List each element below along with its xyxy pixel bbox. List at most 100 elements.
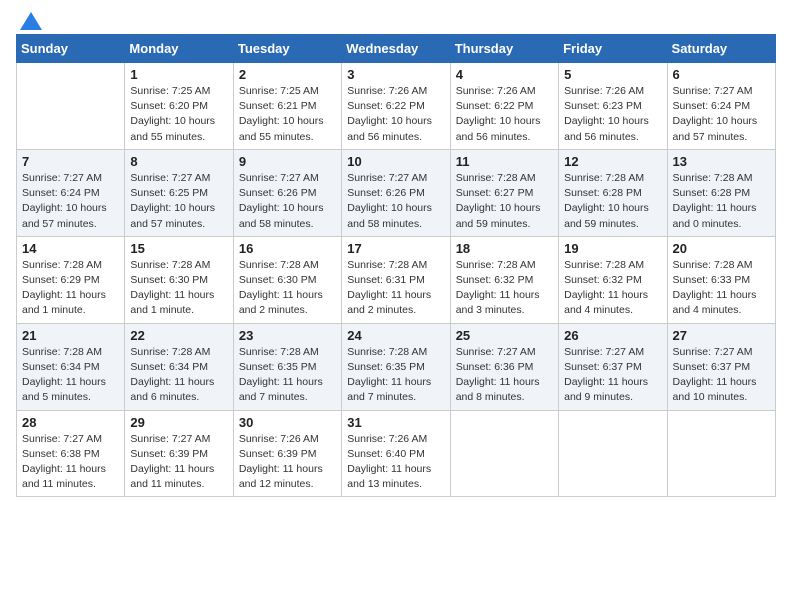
- logo-icon: [20, 12, 42, 30]
- day-info: Sunrise: 7:27 AM Sunset: 6:38 PM Dayligh…: [22, 432, 119, 493]
- calendar-week-row: 7 Sunrise: 7:27 AM Sunset: 6:24 PM Daylig…: [17, 149, 776, 236]
- day-info: Sunrise: 7:28 AM Sunset: 6:34 PM Dayligh…: [130, 345, 227, 406]
- calendar-day-cell: [667, 410, 775, 497]
- day-number: 22: [130, 328, 227, 343]
- day-info: Sunrise: 7:27 AM Sunset: 6:25 PM Dayligh…: [130, 171, 227, 232]
- weekday-header-cell: Wednesday: [342, 35, 450, 63]
- day-number: 31: [347, 415, 444, 430]
- calendar-day-cell: 27 Sunrise: 7:27 AM Sunset: 6:37 PM Dayli…: [667, 323, 775, 410]
- day-number: 21: [22, 328, 119, 343]
- day-number: 30: [239, 415, 336, 430]
- day-info: Sunrise: 7:28 AM Sunset: 6:33 PM Dayligh…: [673, 258, 770, 319]
- day-number: 4: [456, 67, 553, 82]
- calendar-day-cell: 2 Sunrise: 7:25 AM Sunset: 6:21 PM Daylig…: [233, 63, 341, 150]
- day-number: 25: [456, 328, 553, 343]
- calendar-day-cell: 11 Sunrise: 7:28 AM Sunset: 6:27 PM Dayli…: [450, 149, 558, 236]
- day-info: Sunrise: 7:26 AM Sunset: 6:22 PM Dayligh…: [347, 84, 444, 145]
- calendar-day-cell: 26 Sunrise: 7:27 AM Sunset: 6:37 PM Dayli…: [559, 323, 667, 410]
- day-info: Sunrise: 7:25 AM Sunset: 6:20 PM Dayligh…: [130, 84, 227, 145]
- day-info: Sunrise: 7:27 AM Sunset: 6:36 PM Dayligh…: [456, 345, 553, 406]
- calendar-day-cell: 25 Sunrise: 7:27 AM Sunset: 6:36 PM Dayli…: [450, 323, 558, 410]
- day-number: 20: [673, 241, 770, 256]
- day-number: 24: [347, 328, 444, 343]
- calendar-day-cell: [450, 410, 558, 497]
- day-number: 17: [347, 241, 444, 256]
- day-info: Sunrise: 7:27 AM Sunset: 6:37 PM Dayligh…: [564, 345, 661, 406]
- day-info: Sunrise: 7:28 AM Sunset: 6:28 PM Dayligh…: [673, 171, 770, 232]
- calendar-day-cell: 17 Sunrise: 7:28 AM Sunset: 6:31 PM Dayli…: [342, 236, 450, 323]
- weekday-header-cell: Friday: [559, 35, 667, 63]
- day-info: Sunrise: 7:27 AM Sunset: 6:26 PM Dayligh…: [239, 171, 336, 232]
- day-info: Sunrise: 7:26 AM Sunset: 6:39 PM Dayligh…: [239, 432, 336, 493]
- day-info: Sunrise: 7:26 AM Sunset: 6:40 PM Dayligh…: [347, 432, 444, 493]
- day-info: Sunrise: 7:28 AM Sunset: 6:32 PM Dayligh…: [564, 258, 661, 319]
- day-number: 11: [456, 154, 553, 169]
- logo: [16, 16, 42, 26]
- calendar-day-cell: 28 Sunrise: 7:27 AM Sunset: 6:38 PM Dayli…: [17, 410, 125, 497]
- day-info: Sunrise: 7:27 AM Sunset: 6:39 PM Dayligh…: [130, 432, 227, 493]
- calendar-week-row: 21 Sunrise: 7:28 AM Sunset: 6:34 PM Dayli…: [17, 323, 776, 410]
- calendar-day-cell: 8 Sunrise: 7:27 AM Sunset: 6:25 PM Daylig…: [125, 149, 233, 236]
- day-number: 2: [239, 67, 336, 82]
- day-info: Sunrise: 7:27 AM Sunset: 6:24 PM Dayligh…: [673, 84, 770, 145]
- calendar-day-cell: 12Sunrise: 7:28 AM Sunset: 6:28 PM Dayli…: [559, 149, 667, 236]
- day-number: 26: [564, 328, 661, 343]
- day-number: 16: [239, 241, 336, 256]
- calendar-day-cell: 24Sunrise: 7:28 AM Sunset: 6:35 PM Dayli…: [342, 323, 450, 410]
- day-number: 18: [456, 241, 553, 256]
- day-info: Sunrise: 7:27 AM Sunset: 6:24 PM Dayligh…: [22, 171, 119, 232]
- day-info: Sunrise: 7:26 AM Sunset: 6:22 PM Dayligh…: [456, 84, 553, 145]
- calendar-week-row: 28 Sunrise: 7:27 AM Sunset: 6:38 PM Dayli…: [17, 410, 776, 497]
- day-info: Sunrise: 7:28 AM Sunset: 6:30 PM Dayligh…: [239, 258, 336, 319]
- day-number: 10: [347, 154, 444, 169]
- day-number: 15: [130, 241, 227, 256]
- day-info: Sunrise: 7:26 AM Sunset: 6:23 PM Dayligh…: [564, 84, 661, 145]
- day-info: Sunrise: 7:25 AM Sunset: 6:21 PM Dayligh…: [239, 84, 336, 145]
- day-info: Sunrise: 7:28 AM Sunset: 6:27 PM Dayligh…: [456, 171, 553, 232]
- weekday-header-cell: Tuesday: [233, 35, 341, 63]
- calendar-table: SundayMondayTuesdayWednesdayThursdayFrid…: [16, 34, 776, 497]
- calendar-day-cell: 20 Sunrise: 7:28 AM Sunset: 6:33 PM Dayli…: [667, 236, 775, 323]
- day-number: 6: [673, 67, 770, 82]
- calendar-day-cell: [559, 410, 667, 497]
- day-number: 14: [22, 241, 119, 256]
- day-number: 1: [130, 67, 227, 82]
- day-info: Sunrise: 7:28 AM Sunset: 6:29 PM Dayligh…: [22, 258, 119, 319]
- calendar-header-row: SundayMondayTuesdayWednesdayThursdayFrid…: [17, 35, 776, 63]
- day-number: 3: [347, 67, 444, 82]
- day-number: 5: [564, 67, 661, 82]
- calendar-day-cell: 31 Sunrise: 7:26 AM Sunset: 6:40 PM Dayli…: [342, 410, 450, 497]
- day-number: 19: [564, 241, 661, 256]
- day-number: 13: [673, 154, 770, 169]
- day-number: 8: [130, 154, 227, 169]
- calendar-week-row: 14 Sunrise: 7:28 AM Sunset: 6:29 PM Dayli…: [17, 236, 776, 323]
- day-number: 7: [22, 154, 119, 169]
- calendar-day-cell: 3 Sunrise: 7:26 AM Sunset: 6:22 PM Daylig…: [342, 63, 450, 150]
- day-info: Sunrise: 7:28 AM Sunset: 6:30 PM Dayligh…: [130, 258, 227, 319]
- calendar-day-cell: 22 Sunrise: 7:28 AM Sunset: 6:34 PM Dayli…: [125, 323, 233, 410]
- calendar-day-cell: 16 Sunrise: 7:28 AM Sunset: 6:30 PM Dayli…: [233, 236, 341, 323]
- day-number: 29: [130, 415, 227, 430]
- calendar-day-cell: 7 Sunrise: 7:27 AM Sunset: 6:24 PM Daylig…: [17, 149, 125, 236]
- day-number: 28: [22, 415, 119, 430]
- calendar-day-cell: 15 Sunrise: 7:28 AM Sunset: 6:30 PM Dayli…: [125, 236, 233, 323]
- day-info: Sunrise: 7:28 AM Sunset: 6:31 PM Dayligh…: [347, 258, 444, 319]
- weekday-header-cell: Thursday: [450, 35, 558, 63]
- day-info: Sunrise: 7:28 AM Sunset: 6:34 PM Dayligh…: [22, 345, 119, 406]
- day-number: 23: [239, 328, 336, 343]
- day-info: Sunrise: 7:27 AM Sunset: 6:26 PM Dayligh…: [347, 171, 444, 232]
- day-info: Sunrise: 7:28 AM Sunset: 6:32 PM Dayligh…: [456, 258, 553, 319]
- calendar-day-cell: 13 Sunrise: 7:28 AM Sunset: 6:28 PM Dayli…: [667, 149, 775, 236]
- calendar-day-cell: 21 Sunrise: 7:28 AM Sunset: 6:34 PM Dayli…: [17, 323, 125, 410]
- calendar-week-row: 1 Sunrise: 7:25 AM Sunset: 6:20 PM Daylig…: [17, 63, 776, 150]
- weekday-header-cell: Saturday: [667, 35, 775, 63]
- calendar-body: 1 Sunrise: 7:25 AM Sunset: 6:20 PM Daylig…: [17, 63, 776, 497]
- day-info: Sunrise: 7:27 AM Sunset: 6:37 PM Dayligh…: [673, 345, 770, 406]
- calendar-day-cell: 19 Sunrise: 7:28 AM Sunset: 6:32 PM Dayli…: [559, 236, 667, 323]
- calendar-day-cell: 6 Sunrise: 7:27 AM Sunset: 6:24 PM Daylig…: [667, 63, 775, 150]
- calendar-day-cell: 4 Sunrise: 7:26 AM Sunset: 6:22 PM Daylig…: [450, 63, 558, 150]
- day-number: 27: [673, 328, 770, 343]
- calendar-day-cell: 10 Sunrise: 7:27 AM Sunset: 6:26 PM Dayli…: [342, 149, 450, 236]
- day-number: 9: [239, 154, 336, 169]
- calendar-day-cell: 30 Sunrise: 7:26 AM Sunset: 6:39 PM Dayli…: [233, 410, 341, 497]
